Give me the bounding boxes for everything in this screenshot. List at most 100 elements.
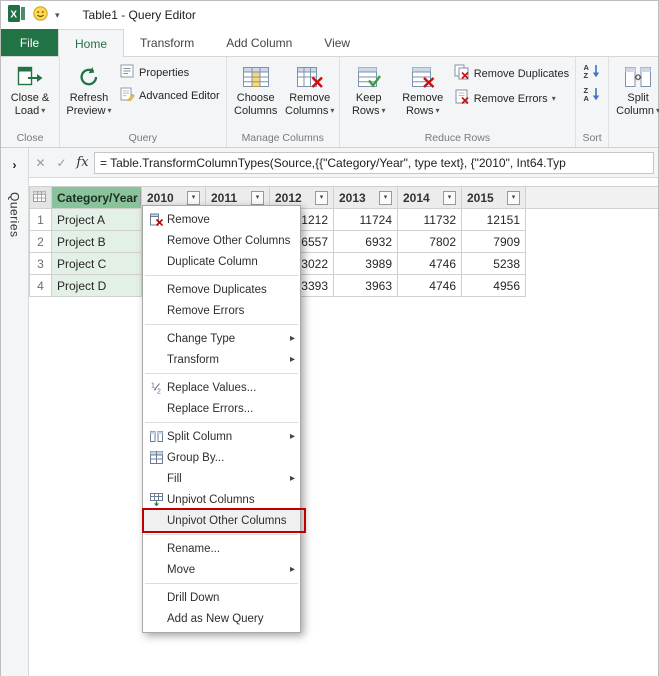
accept-icon[interactable]: ✓ (52, 153, 71, 173)
group-by-icon (146, 451, 167, 464)
cell-category[interactable]: Project C (52, 253, 142, 275)
button-label: Split (627, 92, 648, 105)
filter-dropdown-icon[interactable]: ▾ (315, 191, 328, 205)
queries-pane-collapsed: › Queries (1, 148, 29, 676)
menu-item-add-as-new-query[interactable]: Add as New Query (143, 608, 300, 629)
menu-item-drill-down[interactable]: Drill Down (143, 587, 300, 608)
choose-columns-button[interactable]: Choose Columns (230, 59, 282, 132)
formula-input[interactable]: = Table.TransformColumnTypes(Source,{{"C… (94, 152, 654, 174)
refresh-preview-button[interactable]: Refresh Preview▾ (63, 59, 115, 132)
cell-value[interactable]: 11724 (334, 209, 398, 231)
cell-value[interactable]: 5238 (462, 253, 526, 275)
header-filler (526, 187, 659, 209)
select-all-corner-button[interactable] (30, 187, 52, 209)
cell-category[interactable]: Project A (52, 209, 142, 231)
cell-value[interactable]: 4746 (398, 253, 462, 275)
remove-duplicates-button[interactable]: Remove Duplicates (451, 63, 572, 84)
menu-item-label: Remove Other Columns (167, 235, 295, 247)
cell-value[interactable]: 4746 (398, 275, 462, 297)
menu-item-remove-errors[interactable]: Remove Errors (143, 300, 300, 321)
keep-rows-button[interactable]: Keep Rows▾ (343, 59, 395, 132)
replace-values-icon: 12 (146, 381, 167, 394)
close-load-icon (16, 62, 44, 92)
dropdown-caret-icon: ▾ (381, 105, 385, 118)
button-label: Remove Errors (474, 93, 548, 105)
menu-item-unpivot-columns[interactable]: Unpivot Columns (143, 489, 300, 510)
menu-item-duplicate-column[interactable]: Duplicate Column (143, 251, 300, 272)
data-preview-pane: Category/Year▾ 2010▾ 2011▾ 2012▾ 2013▾ (29, 178, 658, 676)
button-label: Close & (11, 92, 50, 105)
menu-item-remove-other-columns[interactable]: Remove Other Columns (143, 230, 300, 251)
menu-item-replace-errors[interactable]: Replace Errors... (143, 398, 300, 419)
cell-value[interactable]: 11732 (398, 209, 462, 231)
remove-rows-button[interactable]: Remove Rows▾ (397, 59, 449, 132)
menu-item-label: Split Column (167, 431, 287, 443)
filter-dropdown-icon[interactable]: ▾ (251, 191, 264, 205)
cell-value[interactable]: 3989 (334, 253, 398, 275)
menu-item-remove-duplicates[interactable]: Remove Duplicates (143, 279, 300, 300)
cell-value[interactable]: 7802 (398, 231, 462, 253)
cell-value[interactable]: 6932 (334, 231, 398, 253)
tab-view[interactable]: View (308, 29, 366, 56)
column-header-2015[interactable]: 2015▾ (462, 187, 526, 209)
column-header-category-year[interactable]: Category/Year▾ (52, 187, 142, 209)
cell-value[interactable]: 4956 (462, 275, 526, 297)
cell-value[interactable]: 12151 (462, 209, 526, 231)
menu-item-fill[interactable]: Fill ▸ (143, 468, 300, 489)
queries-pane-label[interactable]: Queries (8, 192, 22, 238)
svg-text:A: A (584, 94, 590, 102)
menu-item-remove[interactable]: Remove (143, 209, 300, 230)
remove-columns-button[interactable]: Remove Columns▾ (284, 59, 336, 132)
advanced-editor-button[interactable]: Advanced Editor (117, 86, 223, 105)
row-number[interactable]: 1 (30, 209, 52, 231)
cell-category[interactable]: Project B (52, 231, 142, 253)
menu-item-unpivot-other-columns[interactable]: Unpivot Other Columns (143, 510, 300, 531)
button-label: Rows (406, 105, 434, 118)
menu-item-move[interactable]: Move ▸ (143, 559, 300, 580)
smiley-icon[interactable] (33, 6, 48, 24)
excel-logo-icon: X (8, 5, 26, 25)
row-number[interactable]: 4 (30, 275, 52, 297)
button-label: Choose (237, 92, 275, 105)
table-row: 3 Project C 3022 3989 4746 5238 (30, 253, 659, 275)
column-header-2014[interactable]: 2014▾ (398, 187, 462, 209)
menu-item-split-column[interactable]: Split Column ▸ (143, 426, 300, 447)
cell-value[interactable]: 7909 (462, 231, 526, 253)
sort-descending-button[interactable]: ZA (579, 86, 605, 105)
menu-item-label: Drill Down (167, 592, 295, 604)
menu-item-label: Transform (167, 354, 287, 366)
menu-item-label: Rename... (167, 543, 295, 555)
cell-category[interactable]: Project D (52, 275, 142, 297)
filter-dropdown-icon[interactable]: ▾ (507, 191, 520, 205)
menu-item-change-type[interactable]: Change Type ▸ (143, 328, 300, 349)
menu-item-transform[interactable]: Transform ▸ (143, 349, 300, 370)
cell-value[interactable]: 3963 (334, 275, 398, 297)
filter-dropdown-icon[interactable]: ▾ (187, 191, 200, 205)
row-number[interactable]: 3 (30, 253, 52, 275)
row-filler (526, 231, 659, 253)
filter-dropdown-icon[interactable]: ▾ (443, 191, 456, 205)
column-header-2013[interactable]: 2013▾ (334, 187, 398, 209)
tab-file[interactable]: File (1, 29, 58, 56)
remove-errors-button[interactable]: Remove Errors ▾ (451, 88, 572, 109)
menu-item-group-by[interactable]: Group By... (143, 447, 300, 468)
tab-transform[interactable]: Transform (124, 29, 210, 56)
filter-dropdown-icon[interactable]: ▾ (379, 191, 392, 205)
split-column-button[interactable]: Split Column▾ (612, 59, 659, 144)
cancel-icon[interactable]: ✕ (31, 153, 50, 173)
menu-item-replace-values[interactable]: 12 Replace Values... (143, 377, 300, 398)
button-label: Properties (139, 67, 189, 79)
properties-button[interactable]: Properties (117, 63, 223, 82)
menu-item-rename[interactable]: Rename... (143, 538, 300, 559)
tab-home[interactable]: Home (58, 29, 124, 57)
button-label: Columns (234, 105, 277, 118)
close-and-load-button[interactable]: Close & Load▾ (4, 59, 56, 132)
menu-item-label: Move (167, 564, 287, 576)
expand-queries-pane-icon[interactable]: › (13, 158, 17, 172)
fx-icon[interactable]: fx (73, 153, 92, 173)
table-row: 1 Project A 1212 11724 11732 12151 (30, 209, 659, 231)
tab-add-column[interactable]: Add Column (210, 29, 308, 56)
quick-access-caret-icon[interactable]: ▾ (55, 10, 60, 21)
sort-ascending-button[interactable]: AZ (579, 63, 605, 82)
row-number[interactable]: 2 (30, 231, 52, 253)
